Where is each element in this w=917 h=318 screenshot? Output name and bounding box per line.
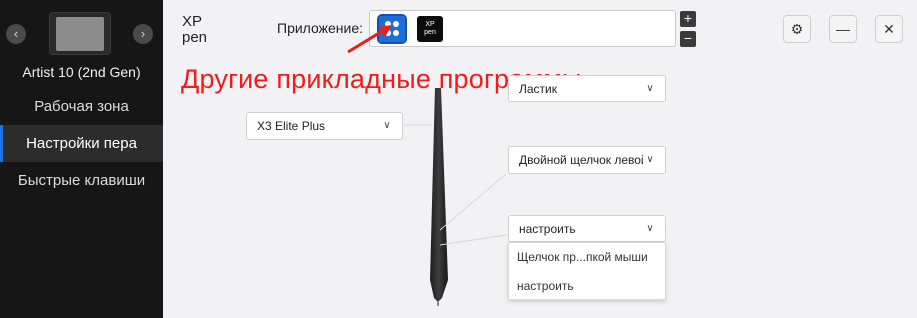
xppen-logo: XP pen xyxy=(182,13,207,46)
chevron-down-icon: ∨ xyxy=(643,216,657,241)
chevron-down-icon: ∨ xyxy=(643,76,657,101)
chevron-down-icon: ∨ xyxy=(643,147,657,173)
xppen-app-icon[interactable]: XP pen xyxy=(417,16,443,42)
pen-middle-button-select[interactable]: Двойной щелчок левой ∨ xyxy=(508,146,666,174)
annotation-arrow-icon xyxy=(347,25,392,54)
minimize-icon[interactable]: — xyxy=(829,15,857,43)
sidebar-item-pen-settings[interactable]: Настройки пера xyxy=(0,125,163,162)
close-icon[interactable]: ✕ xyxy=(875,15,903,43)
sidebar-item-shortcut-keys[interactable]: Быстрые клавиши xyxy=(0,162,163,199)
sidebar-item-work-area[interactable]: Рабочая зона xyxy=(0,88,163,125)
remove-app-button[interactable]: − xyxy=(680,31,696,47)
tablet-image xyxy=(49,12,111,55)
pen-top-button-select[interactable]: Ластик ∨ xyxy=(508,75,666,102)
pen-lower-button-select[interactable]: настроить ∨ xyxy=(508,215,666,242)
device-name: Artist 10 (2nd Gen) xyxy=(22,64,141,80)
add-app-button[interactable]: + xyxy=(680,11,696,27)
pen-lower-button-options: Щелчок пр...пкой мыши настроить xyxy=(508,242,666,300)
pen-model-value: X3 Elite Plus xyxy=(257,119,326,133)
svg-text:XP: XP xyxy=(182,13,202,30)
chevron-down-icon: ∨ xyxy=(380,113,394,139)
sidebar: ‹ › Artist 10 (2nd Gen) Рабочая зона Нас… xyxy=(0,0,163,318)
sidebar-menu: Рабочая зона Настройки пера Быстрые клав… xyxy=(0,88,163,199)
pen-middle-button-value: Двойной щелчок левой xyxy=(519,153,648,167)
chevron-left-icon[interactable]: ‹ xyxy=(6,24,26,44)
chevron-right-icon[interactable]: › xyxy=(133,24,153,44)
dropdown-option[interactable]: настроить xyxy=(509,272,665,301)
pen-top-button-value: Ластик xyxy=(519,82,557,96)
pen-model-select[interactable]: X3 Elite Plus ∨ xyxy=(246,112,403,140)
settings-icon[interactable]: ⚙ xyxy=(783,15,811,43)
svg-text:pen: pen xyxy=(182,29,207,46)
application-selector: XP pen xyxy=(369,10,676,47)
pen-lower-button-value: настроить xyxy=(519,222,576,236)
dropdown-option[interactable]: Щелчок пр...пкой мыши xyxy=(509,243,665,272)
